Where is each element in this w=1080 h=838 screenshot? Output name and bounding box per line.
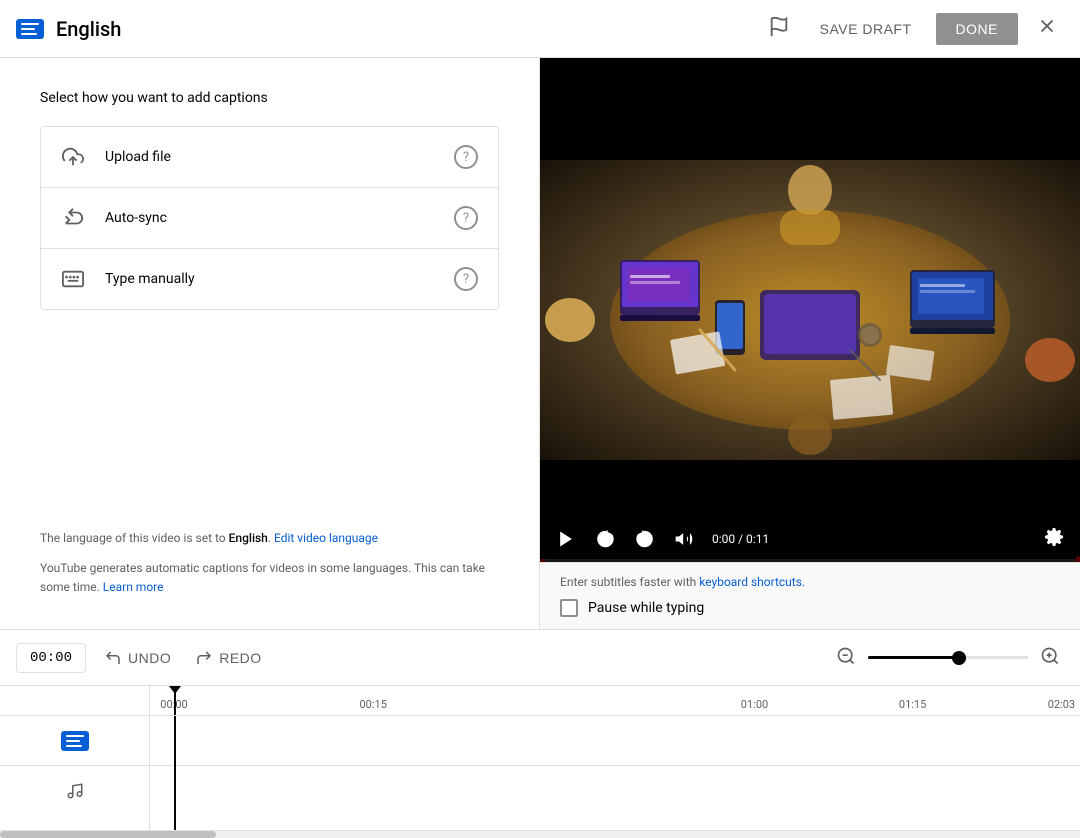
keyboard-shortcuts-link[interactable]: keyboard shortcuts.: [699, 575, 805, 589]
upload-help-icon[interactable]: ?: [454, 145, 478, 169]
playhead-triangle: [169, 686, 181, 694]
options-list: Upload file ? Auto-sync ?: [40, 126, 499, 310]
scrollbar-thumb: [0, 831, 216, 838]
svg-text:10: 10: [641, 536, 649, 543]
subtitle-track-icon: [61, 731, 89, 751]
timeline-marker-4: 02:03: [1048, 698, 1075, 711]
music-track-label: [0, 766, 149, 816]
zoom-out-button[interactable]: [832, 642, 860, 673]
header-right: SAVE DRAFT DONE: [762, 9, 1064, 49]
subtitles-section: Enter subtitles faster with keyboard sho…: [540, 562, 1080, 629]
language-prefix: The language of this video is set to: [40, 531, 229, 545]
auto-caption-text: YouTube generates automatic captions for…: [40, 559, 499, 597]
edit-language-link[interactable]: Edit video language: [274, 531, 378, 545]
zoom-in-button[interactable]: [1036, 642, 1064, 673]
timeline-marker-3: 01:15: [899, 698, 926, 711]
rewind-button[interactable]: 10: [590, 524, 620, 554]
section-title: Select how you want to add captions: [40, 90, 499, 106]
timeline-tracks: [150, 716, 1080, 830]
zoom-slider-fill: [868, 656, 964, 659]
video-scene: 10 10: [540, 58, 1080, 562]
main-content: Select how you want to add captions Uplo…: [0, 58, 1080, 629]
forward-button[interactable]: 10: [630, 524, 660, 554]
current-time: 0:00 / 0:11: [712, 532, 769, 546]
volume-button[interactable]: [670, 525, 698, 553]
language-value: English: [229, 531, 268, 545]
undo-redo-group: UNDO REDO: [94, 643, 272, 673]
done-button[interactable]: DONE: [936, 13, 1018, 45]
zoom-slider[interactable]: [868, 656, 1028, 659]
auto-sync-help-icon[interactable]: ?: [454, 206, 478, 230]
timeline-content: 00:00 00:15 01:00 01:15 02:03: [150, 686, 1080, 830]
redo-button[interactable]: REDO: [185, 643, 271, 673]
play-button[interactable]: [552, 525, 580, 553]
playhead-line: [174, 716, 176, 830]
timeline-track-labels: [0, 686, 150, 830]
auto-sync-icon: [61, 206, 85, 230]
header: English SAVE DRAFT DONE: [0, 0, 1080, 58]
type-manually-option[interactable]: Type manually ?: [41, 249, 498, 309]
language-text: The language of this video is set to Eng…: [40, 529, 499, 548]
close-button[interactable]: [1030, 9, 1064, 49]
video-container: 10 10: [540, 58, 1080, 562]
type-manually-label: Type manually: [105, 271, 454, 287]
auto-sync-label: Auto-sync: [105, 210, 454, 226]
pause-while-typing-label: Pause while typing: [588, 600, 704, 616]
keyboard-hint: Enter subtitles faster with keyboard sho…: [560, 575, 1060, 589]
horizontal-scrollbar[interactable]: [0, 830, 1080, 838]
zoom-slider-thumb: [952, 651, 966, 665]
pause-while-typing-checkbox[interactable]: [560, 599, 578, 617]
header-left: English: [16, 17, 762, 41]
music-icon: [65, 781, 85, 801]
subtitle-track-row[interactable]: [150, 716, 1080, 766]
subtitle-track-label: [0, 716, 149, 766]
ruler-spacer: [0, 686, 149, 716]
timeline-playhead: [174, 686, 176, 715]
right-panel: 10 10: [540, 58, 1080, 629]
left-panel: Select how you want to add captions Uplo…: [0, 58, 540, 629]
music-track-row[interactable]: [150, 766, 1080, 816]
timeline-marker-1: 00:15: [359, 698, 386, 711]
save-draft-button[interactable]: SAVE DRAFT: [808, 13, 924, 45]
keyboard-icon: [61, 267, 85, 291]
timeline-marker-2: 01:00: [741, 698, 768, 711]
flag-button[interactable]: [762, 10, 796, 47]
subtitle-track-icon: [16, 19, 44, 39]
timecode-display: 00:00: [16, 643, 86, 673]
learn-more-link[interactable]: Learn more: [103, 580, 164, 594]
zoom-group: [832, 642, 1064, 673]
pause-typing-row: Pause while typing: [560, 599, 1060, 617]
video-settings-button[interactable]: [1040, 523, 1068, 554]
upload-file-option[interactable]: Upload file ?: [41, 127, 498, 188]
bottom-toolbar: 00:00 UNDO REDO: [0, 629, 1080, 685]
upload-file-label: Upload file: [105, 149, 454, 165]
upload-icon: [61, 145, 85, 169]
auto-sync-option[interactable]: Auto-sync ?: [41, 188, 498, 249]
page-title: English: [56, 17, 121, 41]
language-info: The language of this video is set to Eng…: [40, 509, 499, 597]
timeline-ruler: 00:00 00:15 01:00 01:15 02:03: [150, 686, 1080, 716]
keyboard-hint-text: Enter subtitles faster with: [560, 575, 699, 589]
svg-text:10: 10: [601, 536, 609, 543]
video-thumbnail: [540, 58, 1080, 562]
type-manually-help-icon[interactable]: ?: [454, 267, 478, 291]
undo-button[interactable]: UNDO: [94, 643, 181, 673]
video-controls: 10 10: [540, 515, 1080, 562]
timeline-area: 00:00 00:15 01:00 01:15 02:03: [0, 685, 1080, 830]
